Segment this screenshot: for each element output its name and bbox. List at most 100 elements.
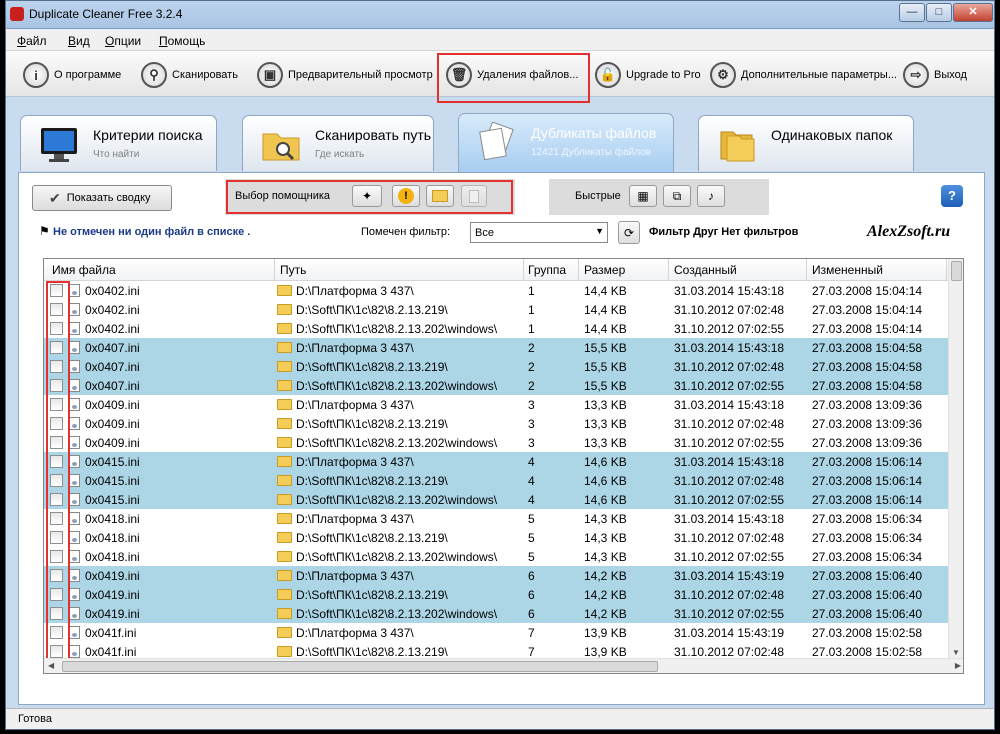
cell-size: 14,4 KB xyxy=(584,284,627,298)
col-path[interactable]: Путь xyxy=(280,263,306,277)
cell-created: 31.03.2014 15:43:18 xyxy=(674,398,785,412)
cell-size: 14,4 KB xyxy=(584,322,627,336)
cell-filename: 0x0402.ini xyxy=(85,303,140,317)
h-scroll-thumb[interactable] xyxy=(62,661,658,672)
scan-button[interactable]: ⚲ Сканировать xyxy=(141,60,238,90)
cell-created: 31.10.2012 07:02:55 xyxy=(674,322,785,336)
menu-bar: Файл Вид Опции Помощь xyxy=(6,29,994,51)
table-header: Имя файла Путь Группа Размер Созданный И… xyxy=(44,259,950,281)
table-row[interactable]: 0x0407.ini D:\Платформа 3 437\ 2 15,5 KB 31.… xyxy=(44,338,950,357)
menu-options[interactable]: Опции xyxy=(105,34,141,48)
cell-filename: 0x0415.ini xyxy=(85,455,140,469)
cell-group: 1 xyxy=(528,303,535,317)
cell-filename: 0x0418.ini xyxy=(85,531,140,545)
file-icon xyxy=(69,322,80,335)
cell-size: 13,3 KB xyxy=(584,417,627,431)
cell-path: D:\Soft\ПК\1с\82\8.2.13.219\ xyxy=(296,360,448,374)
cell-created: 31.10.2012 07:02:55 xyxy=(674,379,785,393)
scroll-down-icon[interactable]: ▼ xyxy=(952,648,960,657)
cell-created: 31.10.2012 07:02:48 xyxy=(674,588,785,602)
table-row[interactable]: 0x0409.ini D:\Платформа 3 437\ 3 13,3 KB 31.… xyxy=(44,395,950,414)
table-row[interactable]: 0x0418.ini D:\Soft\ПК\1с\82\8.2.13.202\wi… xyxy=(44,547,950,566)
tab-scan-path[interactable]: Сканировать путь Где искать xyxy=(242,115,434,171)
table-row[interactable]: 0x0419.ini D:\Платформа 3 437\ 6 14,2 KB 31.… xyxy=(44,566,950,585)
file-icon xyxy=(69,550,80,563)
cell-group: 3 xyxy=(528,417,535,431)
cell-path: D:\Платформа 3 437\ xyxy=(296,341,414,355)
quick-bar: Быстрые ▦ ⧉ ♪ xyxy=(549,179,769,215)
checkmark-icon: ✔ xyxy=(49,189,61,206)
table-row[interactable]: 0x0418.ini D:\Soft\ПК\1с\82\8.2.13.219\ 5 1… xyxy=(44,528,950,547)
table-row[interactable]: 0x0415.ini D:\Soft\ПК\1с\82\8.2.13.202\wi… xyxy=(44,490,950,509)
table-row[interactable]: 0x0407.ini D:\Soft\ПК\1с\82\8.2.13.219\ 2 1… xyxy=(44,357,950,376)
duplicates-panel: ✔ Показать сводку Выбор помощника ✦ ! Бы… xyxy=(18,172,985,705)
cell-path: D:\Soft\ПК\1с\82\8.2.13.202\windows\ xyxy=(296,550,498,564)
duplicate-docs-icon xyxy=(479,122,514,161)
preview-button[interactable]: ▣ Предварительный просмотр xyxy=(257,60,433,90)
folder-icon xyxy=(277,304,292,315)
menu-help[interactable]: Помощь xyxy=(159,34,205,48)
table-row[interactable]: 0x0415.ini D:\Платформа 3 437\ 4 14,6 KB 31.… xyxy=(44,452,950,471)
advanced-settings-button[interactable]: ⚙ Дополнительные параметры... xyxy=(710,60,897,90)
help-button[interactable]: ? xyxy=(941,185,963,207)
minimize-button[interactable]: — xyxy=(899,3,925,22)
cell-created: 31.10.2012 07:02:55 xyxy=(674,607,785,621)
table-row[interactable]: 0x0419.ini D:\Soft\ПК\1с\82\8.2.13.219\ 6 1… xyxy=(44,585,950,604)
annotation-box-helper xyxy=(226,180,513,214)
cell-created: 31.03.2014 15:43:18 xyxy=(674,284,785,298)
quick-music-button[interactable]: ♪ xyxy=(697,185,725,207)
menu-view[interactable]: Вид xyxy=(68,34,90,48)
tab-search-criteria[interactable]: Критерии поиска Что найти xyxy=(20,115,217,171)
table-row[interactable]: 0x0402.ini D:\Soft\ПК\1с\82\8.2.13.219\ 1 1… xyxy=(44,300,950,319)
vertical-scrollbar[interactable]: ▼ xyxy=(948,259,963,659)
col-filename[interactable]: Имя файла xyxy=(52,263,116,277)
cell-group: 6 xyxy=(528,569,535,583)
refresh-filter-button[interactable]: ⟳ xyxy=(618,221,640,244)
scroll-right-icon[interactable]: ▶ xyxy=(955,661,961,670)
tab-duplicate-files[interactable]: Дубликаты файлов 12421 Дубликаты файлов xyxy=(458,113,674,172)
table-row[interactable]: 0x0402.ini D:\Soft\ПК\1с\82\8.2.13.202\wi… xyxy=(44,319,950,338)
cell-modified: 27.03.2008 13:09:36 xyxy=(812,436,923,450)
filter-select[interactable]: Все ▼ xyxy=(470,222,608,243)
cell-path: D:\Soft\ПК\1с\82\8.2.13.219\ xyxy=(296,474,448,488)
col-modified[interactable]: Измененный xyxy=(812,263,883,277)
annotation-box-checkboxes xyxy=(46,281,70,665)
table-row[interactable]: 0x0418.ini D:\Платформа 3 437\ 5 14,3 KB 31.… xyxy=(44,509,950,528)
maximize-button[interactable]: □ xyxy=(926,3,952,22)
horizontal-scrollbar[interactable]: ◀ ▶ xyxy=(44,658,963,673)
table-row[interactable]: 0x0419.ini D:\Soft\ПК\1с\82\8.2.13.202\wi… xyxy=(44,604,950,623)
about-button[interactable]: i О программе xyxy=(23,60,121,90)
table-row[interactable]: 0x041f.ini D:\Платформа 3 437\ 7 13,9 KB 31.… xyxy=(44,623,950,642)
exit-button[interactable]: ⇨ Выход xyxy=(903,60,967,90)
music-icon: ♪ xyxy=(708,189,714,203)
show-summary-button[interactable]: ✔ Показать сводку xyxy=(32,185,172,211)
cell-path: D:\Soft\ПК\1с\82\8.2.13.219\ xyxy=(296,531,448,545)
cell-size: 14,2 KB xyxy=(584,588,627,602)
cell-modified: 27.03.2008 15:04:14 xyxy=(812,284,923,298)
cell-modified: 27.03.2008 15:02:58 xyxy=(812,645,923,659)
col-created[interactable]: Созданный xyxy=(674,263,737,277)
menu-file[interactable]: Файл xyxy=(17,34,47,48)
table-row[interactable]: 0x0407.ini D:\Soft\ПК\1с\82\8.2.13.202\wi… xyxy=(44,376,950,395)
cell-size: 14,3 KB xyxy=(584,531,627,545)
folder-icon xyxy=(277,475,292,486)
tab-same-folders[interactable]: Одинаковых папок xyxy=(698,115,914,171)
table-row[interactable]: 0x0409.ini D:\Soft\ПК\1с\82\8.2.13.202\wi… xyxy=(44,433,950,452)
table-row[interactable]: 0x0402.ini D:\Платформа 3 437\ 1 14,4 KB 31.… xyxy=(44,281,950,300)
duplicates-table: Имя файла Путь Группа Размер Созданный И… xyxy=(43,258,964,674)
unlock-icon: 🔓 xyxy=(595,62,621,88)
quick-grid-button[interactable]: ▦ xyxy=(629,185,657,207)
scroll-thumb[interactable] xyxy=(951,261,962,281)
cell-path: D:\Платформа 3 437\ xyxy=(296,455,414,469)
col-size[interactable]: Размер xyxy=(584,263,625,277)
close-button[interactable]: ✕ xyxy=(953,3,993,22)
upgrade-button[interactable]: 🔓 Upgrade to Pro xyxy=(595,60,701,90)
col-group[interactable]: Группа xyxy=(528,263,566,277)
quick-windows-button[interactable]: ⧉ xyxy=(663,185,691,207)
cell-created: 31.03.2014 15:43:19 xyxy=(674,569,785,583)
title-bar: Duplicate Cleaner Free 3.2.4 — □ ✕ xyxy=(6,1,994,29)
scroll-left-icon[interactable]: ◀ xyxy=(48,661,54,670)
table-row[interactable]: 0x0409.ini D:\Soft\ПК\1с\82\8.2.13.219\ 3 1… xyxy=(44,414,950,433)
table-row[interactable]: 0x0415.ini D:\Soft\ПК\1с\82\8.2.13.219\ 4 1… xyxy=(44,471,950,490)
cell-modified: 27.03.2008 13:09:36 xyxy=(812,398,923,412)
